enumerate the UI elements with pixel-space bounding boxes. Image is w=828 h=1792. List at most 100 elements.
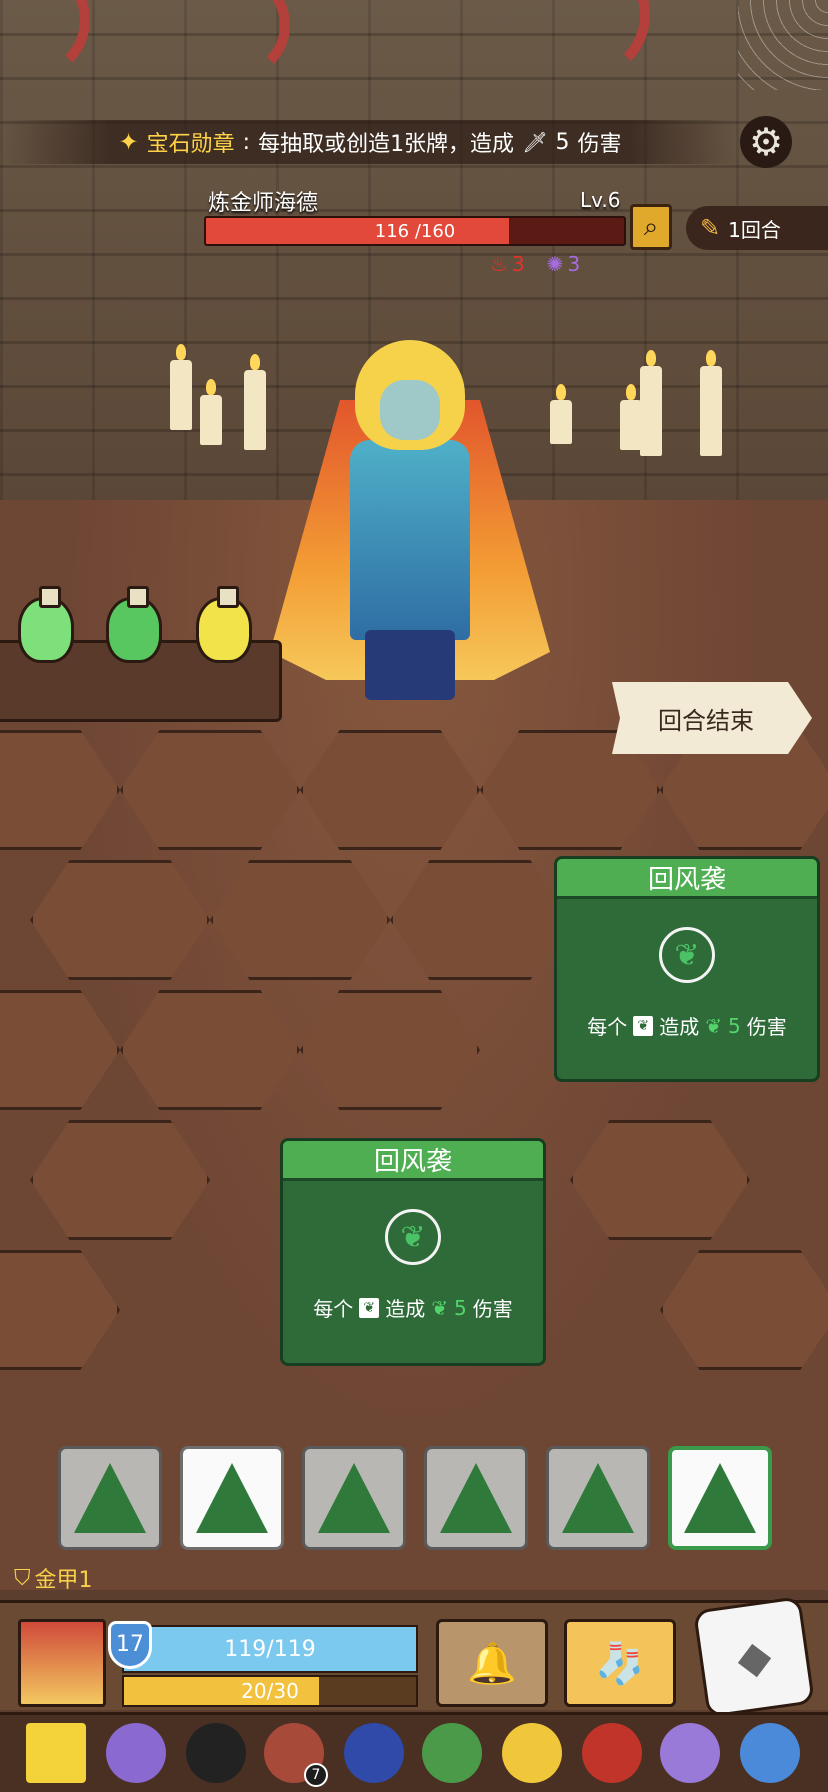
spark-icon: ✺	[546, 252, 564, 276]
status-fire[interactable]: ♨ 3	[490, 252, 525, 276]
relic-badge: 7	[304, 1763, 328, 1787]
die-slot[interactable]	[546, 1446, 650, 1550]
end-turn-button[interactable]: 回合结束	[612, 682, 812, 754]
stocking-icon: 🧦	[595, 1640, 645, 1687]
card-desc-each: 每个	[313, 1297, 354, 1321]
medal-banner: ✦ 宝石勋章 : 每抽取或创造1张牌，造成 🗡 5 伤害	[0, 120, 740, 164]
tree-icon	[74, 1463, 146, 1533]
die-icon: ◆	[733, 1629, 775, 1685]
leaf-icon: ❦	[385, 1209, 441, 1265]
card-desc-deal: 造成	[659, 1015, 700, 1039]
gear-icon[interactable]: ⚙	[740, 116, 792, 168]
yellow-triangle-icon[interactable]	[26, 1723, 86, 1783]
potion-green-round[interactable]	[18, 586, 74, 663]
medal-damage-suffix: 伤害	[577, 132, 622, 157]
player-hp-bar: 119/119	[122, 1625, 418, 1673]
status-fire-value: 3	[511, 252, 525, 276]
enemy-hp-text: 116 /160	[374, 220, 456, 242]
magnifier-icon: ⌕	[643, 212, 659, 242]
leaf-die-icon: ❦	[633, 1015, 654, 1036]
potion-shelf	[0, 586, 282, 722]
turn-label: 1回合	[728, 217, 781, 242]
bells-icon: 🔔	[467, 1640, 517, 1687]
purple-boot-icon[interactable]	[660, 1723, 720, 1783]
card-description: 每个 ❦ 造成 ❦ 5 伤害	[557, 1011, 817, 1040]
scroll-icon: ✎	[700, 214, 721, 242]
energy-text: 20/30	[241, 1679, 299, 1703]
enemy-hp-bar: 116 /160	[204, 216, 626, 246]
tree-icon	[196, 1463, 268, 1533]
item-slot-bells[interactable]: 🔔	[436, 1619, 548, 1707]
player-avatar[interactable]	[18, 1619, 106, 1707]
candle	[170, 344, 192, 430]
card-desc-each: 每个	[587, 1015, 628, 1039]
leaf-die-icon: ❦	[359, 1297, 380, 1318]
status-spark-value: 3	[567, 252, 581, 276]
enemy-alchemist-sprite[interactable]	[260, 310, 560, 710]
tree-icon	[562, 1463, 634, 1533]
alchemist-body	[350, 440, 470, 640]
armor-status[interactable]: ⛉ 金甲1	[14, 1562, 93, 1594]
sword-icon: 🗡	[522, 130, 548, 154]
candle	[620, 384, 642, 450]
card-desc-deal: 造成	[385, 1297, 426, 1321]
gem-medal-icon: ✦	[118, 128, 139, 156]
leaf-icon: ❦	[659, 927, 715, 983]
fire-icon: ♨	[490, 252, 508, 276]
die-slot[interactable]	[180, 1446, 284, 1550]
die-slot[interactable]	[424, 1446, 528, 1550]
alchemist-face	[380, 380, 440, 440]
skill-card[interactable]: 回风袭 ❦ 每个 ❦ 造成 ❦ 5 伤害	[280, 1138, 546, 1366]
tree-icon	[684, 1463, 756, 1533]
relic-bar: 7	[0, 1712, 828, 1792]
player-energy-bar: 20/30	[122, 1675, 418, 1707]
candle	[700, 350, 722, 456]
gold-crown-icon[interactable]	[502, 1723, 562, 1783]
armor-label: 金甲1	[34, 1568, 93, 1593]
potion-green-flask[interactable]	[106, 586, 162, 663]
potion-yellow[interactable]	[196, 586, 252, 663]
die-slot[interactable]	[58, 1446, 162, 1550]
enemy-level: Lv.6	[580, 188, 621, 212]
blue-cloak-icon[interactable]	[344, 1723, 404, 1783]
game-scene: ✦ 宝石勋章 : 每抽取或创造1张牌，造成 🗡 5 伤害 ⚙ 炼金师海德 Lv.…	[0, 0, 828, 1792]
card-desc-damage: 伤害	[746, 1015, 787, 1039]
red-cauldron-icon[interactable]	[582, 1723, 642, 1783]
medal-damage-value: 5	[555, 129, 570, 155]
die-slot[interactable]	[668, 1446, 772, 1550]
enemy-status-row: ♨ 3 ✺ 3	[490, 252, 580, 276]
top-hat-icon[interactable]	[186, 1723, 246, 1783]
medal-description: 每抽取或创造1张牌，造成	[258, 132, 515, 157]
medal-name: 宝石勋章	[146, 132, 235, 157]
purple-shield-icon[interactable]	[106, 1723, 166, 1783]
tree-icon	[440, 1463, 512, 1533]
button-icon[interactable]: 7	[264, 1723, 328, 1787]
die-slot[interactable]	[302, 1446, 406, 1550]
tree-icon	[318, 1463, 390, 1533]
shield-icon: ⛉	[14, 1565, 31, 1591]
cobweb-decoration	[738, 0, 828, 90]
roll-die-button[interactable]: ◆	[693, 1596, 815, 1718]
card-title: 回风袭	[557, 859, 817, 899]
inspect-enemy-button[interactable]: ⌕	[630, 204, 672, 250]
candle	[200, 379, 222, 445]
player-panel: 17 119/119 20/30 🔔 🧦 ◆	[0, 1596, 828, 1718]
status-spark[interactable]: ✺ 3	[547, 252, 581, 276]
leaf-icon: ❦	[705, 1013, 723, 1038]
medal-colon: :	[242, 129, 251, 155]
alchemist-legs	[365, 630, 455, 700]
skill-card[interactable]: 回风袭 ❦ 每个 ❦ 造成 ❦ 5 伤害	[554, 856, 820, 1082]
card-description: 每个 ❦ 造成 ❦ 5 伤害	[283, 1293, 543, 1322]
item-slot-stocking[interactable]: 🧦	[564, 1619, 676, 1707]
card-title: 回风袭	[283, 1141, 543, 1181]
card-amount: 5	[728, 1013, 741, 1038]
blue-egg-icon[interactable]	[740, 1723, 800, 1783]
candle	[640, 350, 662, 456]
card-amount: 5	[454, 1295, 467, 1320]
leaf-icon: ❦	[431, 1295, 449, 1320]
enemy-name: 炼金师海德	[208, 191, 319, 216]
card-desc-damage: 伤害	[472, 1297, 513, 1321]
player-level-badge: 17	[108, 1621, 152, 1669]
turn-counter: ✎ 1回合	[686, 206, 828, 250]
turtle-shell-icon[interactable]	[422, 1723, 482, 1783]
